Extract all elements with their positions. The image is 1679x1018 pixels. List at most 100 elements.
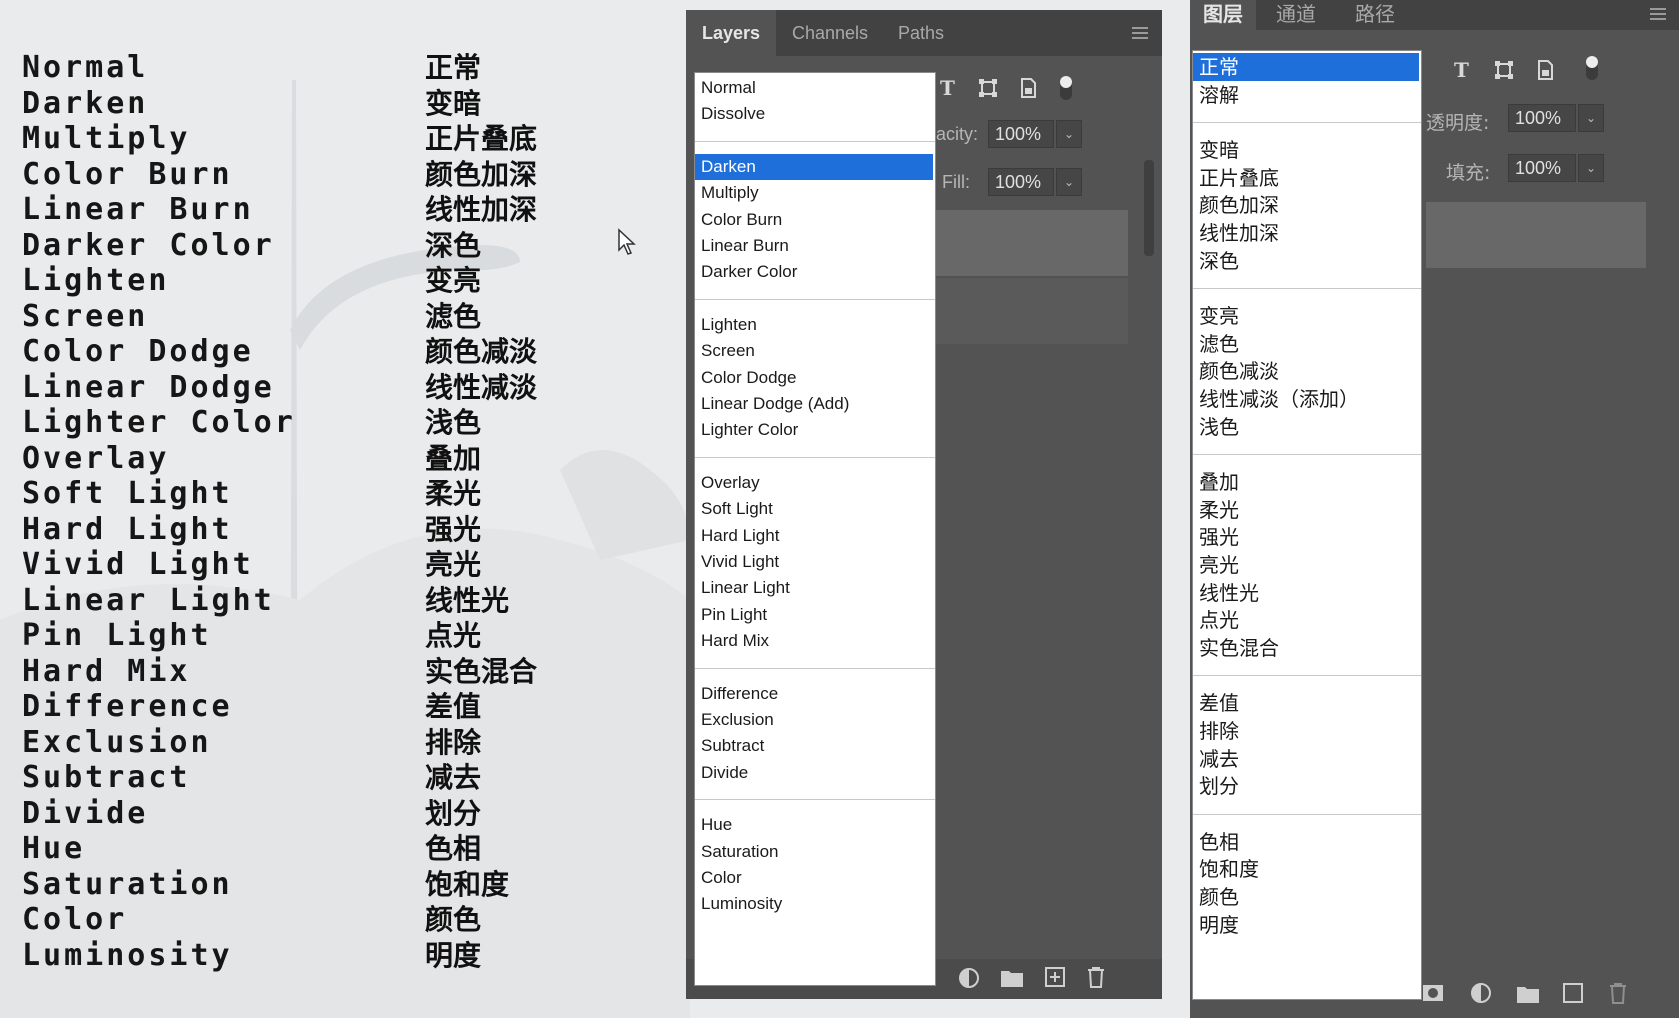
blend-mode-menu-item[interactable]: Hard Mix — [695, 628, 933, 654]
blend-mode-zh-menu-item[interactable]: 强光 — [1193, 523, 1419, 551]
folder-icon[interactable] — [1000, 968, 1024, 988]
blend-mode-menu-item[interactable]: Lighter Color — [695, 417, 933, 443]
blend-mode-zh-menu-item[interactable]: 正片叠底 — [1193, 164, 1419, 192]
layer-row[interactable] — [932, 278, 1128, 344]
filter-toggle-zh[interactable] — [1586, 56, 1598, 80]
shape-filter-icon[interactable] — [978, 78, 998, 98]
blend-mode-zh-menu-item[interactable]: 颜色减淡 — [1193, 357, 1419, 385]
blend-mode-menu-item[interactable]: Subtract — [695, 733, 933, 759]
blend-mode-menu-item[interactable]: Color — [695, 865, 933, 891]
legend-english-label: Saturation — [22, 866, 233, 902]
blend-mode-menu-item[interactable]: Darker Color — [695, 259, 933, 285]
blend-mode-menu-item[interactable]: Color Dodge — [695, 365, 933, 391]
fill-dropdown-chevron-icon[interactable]: ⌄ — [1056, 168, 1082, 196]
blend-mode-menu-item[interactable]: Lighten — [695, 312, 933, 338]
blend-mode-menu-item[interactable]: Difference — [695, 681, 933, 707]
blend-mode-menu-item[interactable]: Hard Light — [695, 523, 933, 549]
tab-paths[interactable]: Paths — [884, 10, 958, 56]
blend-mode-menu-item[interactable]: Multiply — [695, 180, 933, 206]
blend-mode-menu-item[interactable]: Dissolve — [695, 101, 933, 127]
blend-mode-menu-item[interactable]: Vivid Light — [695, 549, 933, 575]
smart-object-filter-icon-zh[interactable] — [1536, 60, 1554, 80]
panel-menu-icon-zh[interactable] — [1650, 8, 1666, 20]
opacity-dropdown-chevron-icon-zh[interactable]: ⌄ — [1578, 104, 1604, 132]
legend-chinese-label: 线性减淡 — [425, 370, 538, 404]
blend-mode-menu-item[interactable]: Saturation — [695, 839, 933, 865]
blend-mode-dropdown-en[interactable]: Normal Dissolve Darken Multiply Color Burn Li… — [694, 72, 936, 986]
blend-mode-zh-menu-item[interactable]: 色相 — [1193, 828, 1419, 856]
blend-mode-zh-menu-item[interactable]: 颜色加深 — [1193, 191, 1419, 219]
blend-mode-menu-item[interactable]: Linear Light — [695, 575, 933, 601]
blend-mode-zh-menu-item[interactable]: 明度 — [1193, 911, 1419, 939]
legend-english-label: Linear Light — [22, 582, 275, 618]
blend-mode-menu-item[interactable]: Color Burn — [695, 207, 933, 233]
shape-filter-icon-zh[interactable] — [1494, 60, 1514, 80]
blend-mode-zh-menu-item[interactable]: 线性加深 — [1193, 219, 1419, 247]
blend-mode-menu-item[interactable]: Hue — [695, 812, 933, 838]
tab-paths-zh[interactable]: 路径 — [1336, 0, 1414, 30]
blend-mode-zh-menu-item[interactable]: 实色混合 — [1193, 634, 1419, 662]
blend-mode-zh-menu-item[interactable]: 变暗 — [1193, 136, 1419, 164]
trash-icon[interactable] — [1086, 966, 1106, 988]
blend-mode-zh-menu-item[interactable]: 变亮 — [1193, 302, 1419, 330]
smart-object-filter-icon[interactable] — [1019, 78, 1037, 98]
blend-mode-zh-menu-item[interactable]: 划分 — [1193, 772, 1419, 800]
blend-mode-zh-menu-item[interactable]: 差值 — [1193, 689, 1419, 717]
blend-mode-menu-item[interactable]: Overlay — [695, 470, 933, 496]
panel-scroll-handle[interactable] — [1144, 160, 1154, 256]
layer-row[interactable] — [932, 210, 1128, 276]
blend-mode-menu-item[interactable]: Screen — [695, 338, 933, 364]
tab-channels-zh[interactable]: 通道 — [1258, 0, 1334, 30]
adjustment-layer-icon-zh[interactable] — [1470, 982, 1492, 1004]
layer-row[interactable] — [1426, 202, 1646, 268]
mask-icon-zh[interactable] — [1422, 982, 1444, 1004]
blend-mode-zh-menu-item[interactable]: 亮光 — [1193, 551, 1419, 579]
blend-mode-menu-item[interactable]: Darken — [695, 153, 933, 180]
blend-mode-menu-item[interactable]: Normal — [695, 75, 933, 101]
trash-icon-zh[interactable] — [1608, 982, 1628, 1004]
blend-mode-zh-menu-item[interactable]: 线性减淡（添加） — [1193, 385, 1419, 413]
tab-layers-zh[interactable]: 图层 — [1190, 0, 1256, 30]
blend-mode-zh-menu-item[interactable]: 正常 — [1193, 53, 1419, 81]
blend-mode-zh-menu-item[interactable]: 排除 — [1193, 717, 1419, 745]
blend-mode-menu-item[interactable]: Linear Dodge (Add) — [695, 391, 933, 417]
blend-mode-zh-menu-item[interactable]: 滤色 — [1193, 330, 1419, 358]
legend-row: Hard Light 强光 — [0, 512, 600, 548]
blend-mode-dropdown-zh[interactable]: 正常 溶解变暗 正片叠底 颜色加深 线性加深 深色变亮 滤色 颜色减淡 线性减淡（添加） 浅色叠加… — [1192, 50, 1422, 1000]
blend-mode-zh-menu-item[interactable]: 线性光 — [1193, 579, 1419, 607]
type-filter-icon[interactable]: T — [940, 76, 955, 100]
opacity-label: acity: — [936, 124, 979, 144]
fill-dropdown-chevron-icon-zh[interactable]: ⌄ — [1578, 154, 1604, 182]
opacity-dropdown-chevron-icon[interactable]: ⌄ — [1056, 120, 1082, 148]
blend-mode-zh-menu-item[interactable]: 饱和度 — [1193, 855, 1419, 883]
blend-mode-menu-item[interactable]: Soft Light — [695, 496, 933, 522]
panel-menu-icon[interactable] — [1132, 27, 1148, 39]
blend-mode-zh-menu-item[interactable]: 深色 — [1193, 247, 1419, 275]
adjustment-layer-icon[interactable] — [958, 967, 980, 989]
blend-mode-menu-item[interactable]: Divide — [695, 760, 933, 786]
opacity-field[interactable]: 100% — [988, 120, 1054, 148]
blend-mode-menu-item[interactable]: Linear Burn — [695, 233, 933, 259]
legend-english-label: Subtract — [22, 760, 191, 795]
new-layer-icon[interactable] — [1044, 966, 1066, 988]
filter-toggle[interactable] — [1060, 76, 1072, 100]
fill-field-zh[interactable]: 100% — [1508, 154, 1576, 182]
tab-channels[interactable]: Channels — [778, 10, 882, 56]
opacity-field-zh[interactable]: 100% — [1508, 104, 1576, 132]
blend-mode-zh-menu-item[interactable]: 颜色 — [1193, 883, 1419, 911]
type-filter-icon-zh[interactable]: T — [1454, 58, 1469, 82]
blend-mode-menu-item[interactable]: Exclusion — [695, 707, 933, 733]
legend-chinese-label: 实色混合 — [425, 654, 538, 688]
blend-mode-zh-menu-item[interactable]: 点光 — [1193, 606, 1419, 634]
folder-icon-zh[interactable] — [1516, 984, 1540, 1004]
tab-layers[interactable]: Layers — [686, 10, 776, 56]
new-layer-icon-zh[interactable] — [1562, 982, 1584, 1004]
blend-mode-zh-menu-item[interactable]: 柔光 — [1193, 496, 1419, 524]
blend-mode-zh-menu-item[interactable]: 叠加 — [1193, 468, 1419, 496]
blend-mode-menu-item[interactable]: Pin Light — [695, 602, 933, 628]
blend-mode-menu-item[interactable]: Luminosity — [695, 891, 933, 917]
blend-mode-zh-menu-item[interactable]: 浅色 — [1193, 413, 1419, 441]
blend-mode-zh-menu-item[interactable]: 溶解 — [1193, 81, 1419, 109]
fill-field[interactable]: 100% — [988, 168, 1054, 196]
blend-mode-zh-menu-item[interactable]: 减去 — [1193, 745, 1419, 773]
